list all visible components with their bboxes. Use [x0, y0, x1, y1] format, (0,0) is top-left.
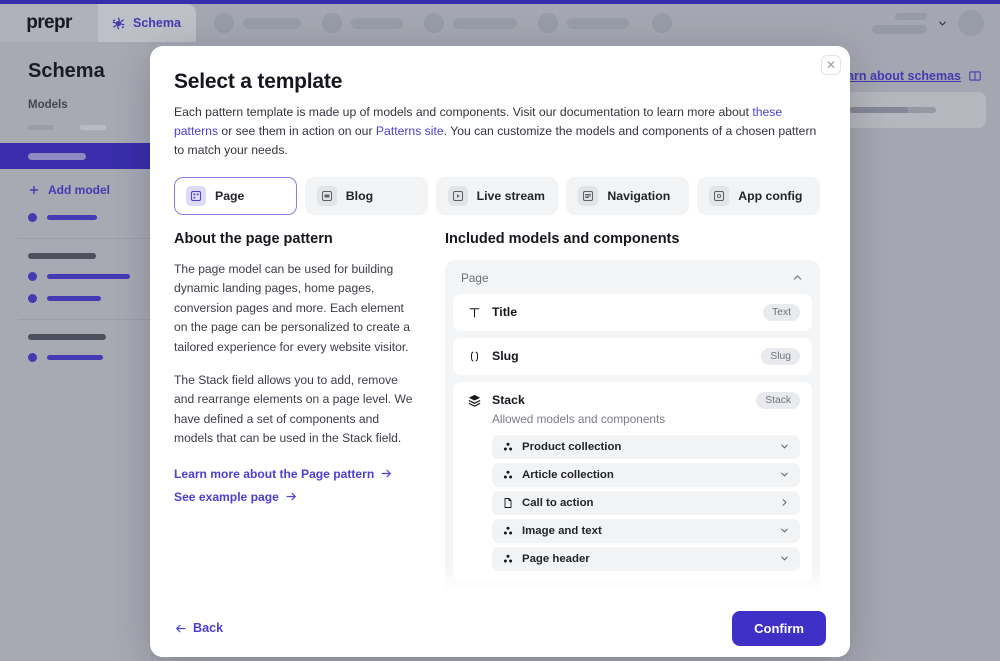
template-tabs: Page Blog Live stream Navigation App con…	[174, 176, 820, 215]
slug-braces-icon	[465, 349, 483, 364]
tab-app-config-label: App config	[738, 188, 803, 203]
stack-item-image-and-text[interactable]: Image and text	[492, 518, 800, 543]
accordion-header-page[interactable]: Page	[453, 268, 812, 294]
stack-item-page-header[interactable]: Page header	[492, 546, 800, 571]
tab-page-label: Page	[215, 188, 245, 203]
stack-item-label: Article collection	[522, 468, 614, 481]
component-icon	[503, 442, 513, 451]
arrow-right-icon	[286, 493, 296, 501]
modal-body: Select a template Each pattern template …	[150, 46, 850, 599]
tab-app-config[interactable]: App config	[697, 176, 820, 215]
status-badge: Text	[763, 303, 800, 321]
field-row-seo[interactable]: SEO Component	[453, 587, 812, 599]
chevron-down-icon[interactable]	[779, 441, 790, 452]
navigation-list-icon	[578, 185, 599, 206]
document-icon	[504, 497, 512, 508]
stack-allowed-list: Product collection Article collection Ca…	[492, 434, 800, 571]
about-paragraph-1: The page model can be used for building …	[174, 261, 410, 355]
stack-item-article-collection[interactable]: Article collection	[492, 462, 800, 487]
stack-item-label: Image and text	[522, 524, 602, 537]
included-heading: Included models and components	[445, 230, 680, 247]
stack-layers-icon	[465, 393, 483, 408]
field-row-slug[interactable]: Slug Slug	[453, 337, 812, 375]
tab-blog[interactable]: Blog	[304, 176, 428, 215]
tab-navigation[interactable]: Navigation	[566, 176, 690, 215]
status-badge: Slug	[761, 347, 800, 365]
see-example-label: See example page	[174, 489, 279, 504]
app-config-icon	[709, 185, 730, 206]
chevron-down-icon[interactable]	[779, 553, 790, 564]
modal-columns: About the page pattern The page model ca…	[174, 231, 820, 599]
field-title-label: Title	[492, 305, 518, 320]
modal-title: Select a template	[174, 70, 343, 93]
page-grid-icon	[186, 185, 206, 206]
close-icon[interactable]: ✕	[821, 55, 841, 75]
tab-page[interactable]: Page	[174, 176, 297, 215]
field-stack-label: Stack	[492, 393, 525, 408]
chevron-up-icon[interactable]	[791, 271, 804, 284]
included-models-column: Included models and components Page Titl…	[445, 231, 820, 599]
chevron-down-icon[interactable]	[779, 525, 790, 536]
accordion-page-label: Page	[461, 270, 489, 285]
tab-blog-label: Blog	[345, 188, 374, 203]
blog-icon	[316, 185, 337, 206]
arrow-right-icon	[381, 470, 392, 478]
learn-more-page-pattern-link[interactable]: Learn more about the Page pattern	[174, 467, 419, 481]
description-part-1: Each pattern template is made up of mode…	[174, 105, 753, 119]
back-label: Back	[193, 621, 224, 635]
back-button[interactable]: Back	[174, 621, 223, 635]
stack-item-label: Call to action	[522, 496, 594, 509]
modal-description: Each pattern template is made up of mode…	[174, 103, 820, 160]
component-icon	[503, 554, 513, 563]
chevron-down-icon[interactable]	[779, 469, 790, 480]
tab-live-stream-label: Live stream	[476, 188, 545, 203]
stack-item-product-collection[interactable]: Product collection	[492, 434, 800, 459]
modal-scroll-area[interactable]: Select a template Each pattern template …	[174, 70, 820, 599]
confirm-button[interactable]: Confirm	[732, 610, 826, 646]
arrow-left-icon	[176, 624, 186, 632]
component-icon	[503, 526, 513, 535]
select-template-modal: ✕ Select a template Each pattern templat…	[150, 46, 850, 657]
stack-item-label: Product collection	[522, 440, 622, 453]
status-badge: Stack	[756, 391, 800, 409]
about-paragraph-2: The Stack field allows you to add, remov…	[174, 372, 413, 446]
patterns-site-link[interactable]: Patterns site	[376, 124, 444, 138]
stack-item-label: Page header	[522, 552, 590, 565]
component-icon	[503, 470, 513, 479]
live-stream-icon	[447, 185, 468, 206]
about-pattern-column: About the page pattern The page model ca…	[174, 231, 419, 599]
field-row-stack[interactable]: Stack Stack Allowed models and component…	[453, 381, 812, 581]
chevron-right-icon[interactable]	[779, 497, 790, 508]
text-type-icon	[465, 305, 483, 320]
app-root: prepr Schema Schema Models Add model Lea…	[0, 0, 1000, 661]
tab-live-stream[interactable]: Live stream	[435, 176, 559, 215]
description-part-2: or see them in action on our	[218, 123, 376, 138]
about-heading: About the page pattern	[174, 230, 333, 247]
stack-item-call-to-action[interactable]: Call to action	[492, 490, 800, 515]
field-slug-label: Slug	[492, 349, 519, 364]
tab-navigation-label: Navigation	[607, 188, 671, 203]
learn-more-label: Learn more about the Page pattern	[174, 466, 375, 481]
accordion-group-page: Page Title Text Slug Slug Stack Stack Al…	[445, 259, 820, 599]
field-row-title[interactable]: Title Text	[453, 293, 812, 331]
modal-footer: Back Confirm	[150, 599, 850, 657]
field-stack-subtitle: Allowed models and components	[492, 411, 666, 426]
see-example-page-link[interactable]: See example page	[174, 490, 419, 504]
